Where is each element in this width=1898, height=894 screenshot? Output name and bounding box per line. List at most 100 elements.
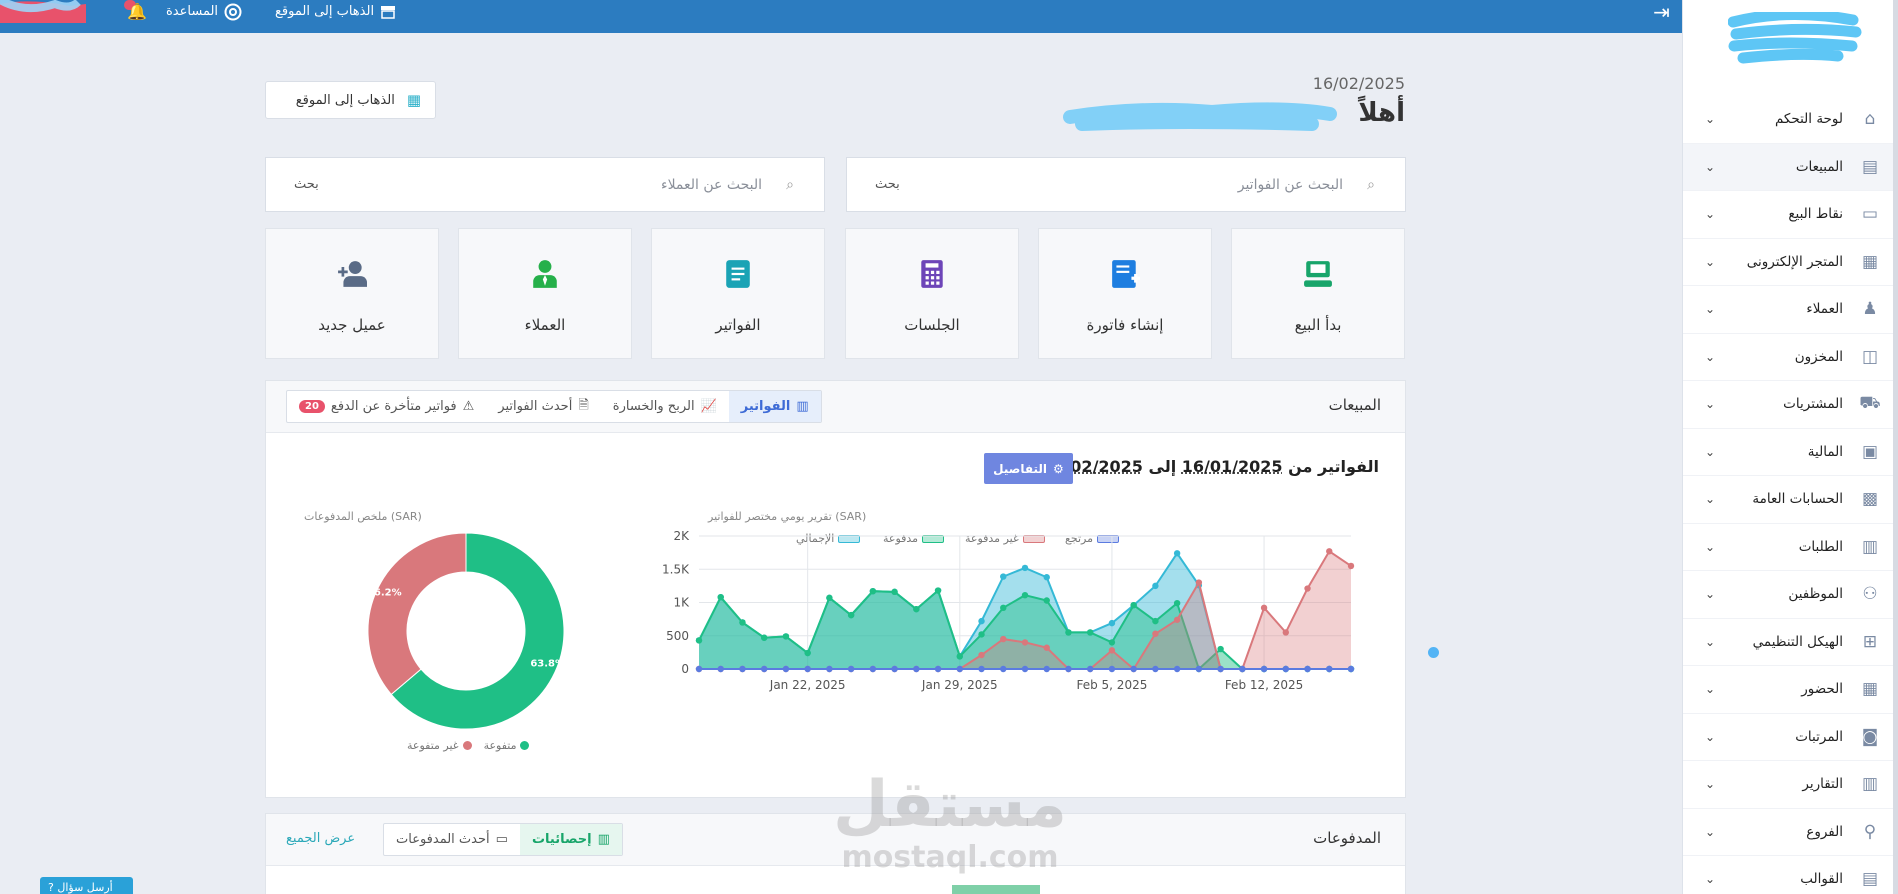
client-search-button[interactable]: بحث: [294, 177, 319, 192]
date-from[interactable]: 16/01/2025: [1182, 457, 1283, 476]
menu-toggle-button[interactable]: ⇥: [1641, 0, 1682, 24]
chevron-down-icon[interactable]: ⌄: [1705, 730, 1715, 744]
chevron-down-icon[interactable]: ⌄: [1705, 207, 1715, 221]
sidebar-item[interactable]: ▥ الطلبات ⌄: [1683, 524, 1898, 571]
sidebar-item[interactable]: ▭ نقاط البيع ⌄: [1683, 191, 1898, 239]
chevron-down-icon[interactable]: ⌄: [1705, 540, 1715, 554]
sidebar-item-label: الطلبات: [1798, 538, 1843, 555]
tab-statistics[interactable]: إحصائيات ▥: [519, 824, 622, 855]
chevron-down-icon[interactable]: ⌄: [1705, 587, 1715, 601]
sidebar-item[interactable]: ▩ الحسابات العامة ⌄: [1683, 476, 1898, 524]
sidebar-item-label: الهيكل التنظيمي: [1752, 633, 1843, 650]
chevron-down-icon[interactable]: ⌄: [1705, 635, 1715, 649]
data-point: [1000, 604, 1007, 612]
sidebar-item[interactable]: ⌂ لوحة التحكم ⌄: [1683, 96, 1898, 144]
data-point: [1043, 597, 1050, 604]
quick-action-label: العملاء: [524, 316, 566, 334]
sidebar-item[interactable]: ⚇ الموظفين ⌄: [1683, 571, 1898, 619]
sidebar-item-label: الموظفين: [1788, 586, 1843, 603]
chevron-down-icon[interactable]: ⌄: [1705, 160, 1715, 174]
tab-latest-invoices[interactable]: أحدث الفواتير 🗎: [486, 391, 601, 422]
data-point: [891, 665, 898, 673]
sidebar-scrollbar[interactable]: [1893, 0, 1898, 894]
chevron-down-icon[interactable]: ⌄: [1705, 255, 1715, 269]
data-point: [1347, 562, 1355, 570]
sidebar-item[interactable]: ▥ التقارير ⌄: [1683, 761, 1898, 809]
data-point: [1239, 665, 1246, 673]
quick-action-tile[interactable]: الفواتير: [651, 228, 825, 359]
data-point: [1347, 665, 1355, 673]
x-tick-label: Jan 29, 2025: [921, 678, 998, 692]
chevron-down-icon[interactable]: ⌄: [1705, 492, 1715, 506]
sidebar-item[interactable]: ◙ المرتبات ⌄: [1683, 714, 1898, 761]
chevron-down-icon[interactable]: ⌄: [1705, 302, 1715, 316]
data-point: [761, 634, 768, 641]
data-point: [934, 587, 942, 594]
quick-action-tile[interactable]: بدأ البيع: [1231, 228, 1405, 359]
invoice-search-button[interactable]: بحث: [875, 177, 900, 192]
sidebar-item[interactable]: ⊞ الهيكل التنظيمي ⌄: [1683, 619, 1898, 666]
legend-unpaid[interactable]: غير متفوعة: [407, 739, 472, 752]
quick-action-tile[interactable]: العملاء: [458, 228, 632, 359]
data-point: [1065, 665, 1072, 673]
tab-statistics-label: إحصائيات: [531, 832, 592, 847]
sidebar-item[interactable]: ♟ العملاء ⌄: [1683, 286, 1898, 334]
details-button-label: التفاصيل: [993, 461, 1048, 476]
y-tick-label: 1.5K: [662, 562, 690, 576]
chevron-down-icon[interactable]: ⌄: [1705, 397, 1715, 411]
legend-paid[interactable]: متفوعة: [484, 739, 530, 752]
data-point: [869, 587, 877, 595]
data-point: [891, 588, 898, 596]
data-point: [956, 665, 963, 673]
sidebar-item[interactable]: ⚲ الفروع ⌄: [1683, 809, 1898, 856]
chevron-down-icon[interactable]: ⌄: [1705, 872, 1715, 886]
chevron-down-icon[interactable]: ⌄: [1705, 682, 1715, 696]
data-point: [1173, 616, 1181, 623]
quick-action-tile[interactable]: عميل جديد: [265, 228, 439, 359]
ask-question-button[interactable]: ? أرسل سؤال: [40, 877, 133, 894]
warning-icon: ⚠: [462, 399, 475, 414]
details-button[interactable]: التفاصيل ⚙: [984, 453, 1073, 484]
help-link[interactable]: المساعدة: [166, 0, 242, 23]
sidebar-item[interactable]: ⛟ المشتريات ⌄: [1683, 381, 1898, 429]
invoice-search-input[interactable]: البحث عن الفواتير: [1238, 177, 1343, 193]
sidebar-item[interactable]: ◫ المخزون ⌄: [1683, 334, 1898, 381]
data-point: [1260, 665, 1268, 673]
chevron-down-icon[interactable]: ⌄: [1705, 777, 1715, 791]
view-all-link[interactable]: عرض الجميع: [286, 831, 355, 846]
client-search-input[interactable]: البحث عن العملاء: [661, 177, 762, 193]
sidebar-item[interactable]: ▣ المالية ⌄: [1683, 429, 1898, 476]
notifications-button[interactable]: 🔔: [127, 0, 147, 23]
user-name-redacted: [1063, 102, 1337, 131]
chevron-down-icon[interactable]: ⌄: [1705, 112, 1715, 126]
arrow-right-menu-icon: ⇥: [1653, 0, 1670, 24]
sidebar-item[interactable]: ▤ المبيعات ⌄: [1683, 143, 1898, 191]
go-to-site-button[interactable]: الذهاب إلى الموقع ▦: [265, 81, 436, 119]
payments-details-button[interactable]: [952, 885, 1040, 894]
user-menu-redacted[interactable]: [0, 0, 100, 23]
top-bar: 🔔 المساعدة الذهاب إلى الموقع ⇥: [0, 0, 1682, 33]
invoices-period-title: الفواتير من 16/01/2025 إلى 16/02/2025: [1042, 457, 1379, 476]
payments-panel-title: المدفوعات: [1313, 829, 1381, 847]
data-point: [978, 665, 985, 673]
tab-latest-payments[interactable]: أحدث المدفوعات ▭: [384, 824, 520, 855]
quick-action-tile[interactable]: إنشاء فاتورة: [1038, 228, 1212, 359]
data-point: [1043, 644, 1050, 651]
sidebar-item[interactable]: ▦ المتجر الإلكترونى ⌄: [1683, 239, 1898, 286]
tab-overdue-invoices[interactable]: 20 فواتير متأخرة عن الدفع ⚠: [287, 391, 486, 422]
daily-invoices-chart: 0 500 1K 1.5K 2K Jan 22, 2025 Jan 29, 2025 Feb …: [662, 529, 1355, 692]
chevron-down-icon[interactable]: ⌄: [1705, 350, 1715, 364]
tab-profit-loss[interactable]: الربح والخسارة 📈: [601, 391, 729, 422]
chevron-down-icon[interactable]: ⌄: [1705, 445, 1715, 459]
quick-action-tile[interactable]: الجلسات: [845, 228, 1019, 359]
pie-slice[interactable]: [367, 532, 467, 696]
data-point: [1326, 548, 1333, 555]
data-point: [804, 665, 811, 673]
sidebar-item[interactable]: ▤ القوالب ⌄: [1683, 856, 1898, 894]
new-invoice-icon: [1112, 260, 1140, 288]
sidebar-item[interactable]: ▦ الحضور ⌄: [1683, 666, 1898, 714]
go-to-site-link[interactable]: الذهاب إلى الموقع: [275, 0, 396, 23]
chevron-down-icon[interactable]: ⌄: [1705, 825, 1715, 839]
tab-invoices[interactable]: الفواتير ▥: [728, 391, 821, 422]
gear-icon: ⚙: [1053, 461, 1064, 476]
